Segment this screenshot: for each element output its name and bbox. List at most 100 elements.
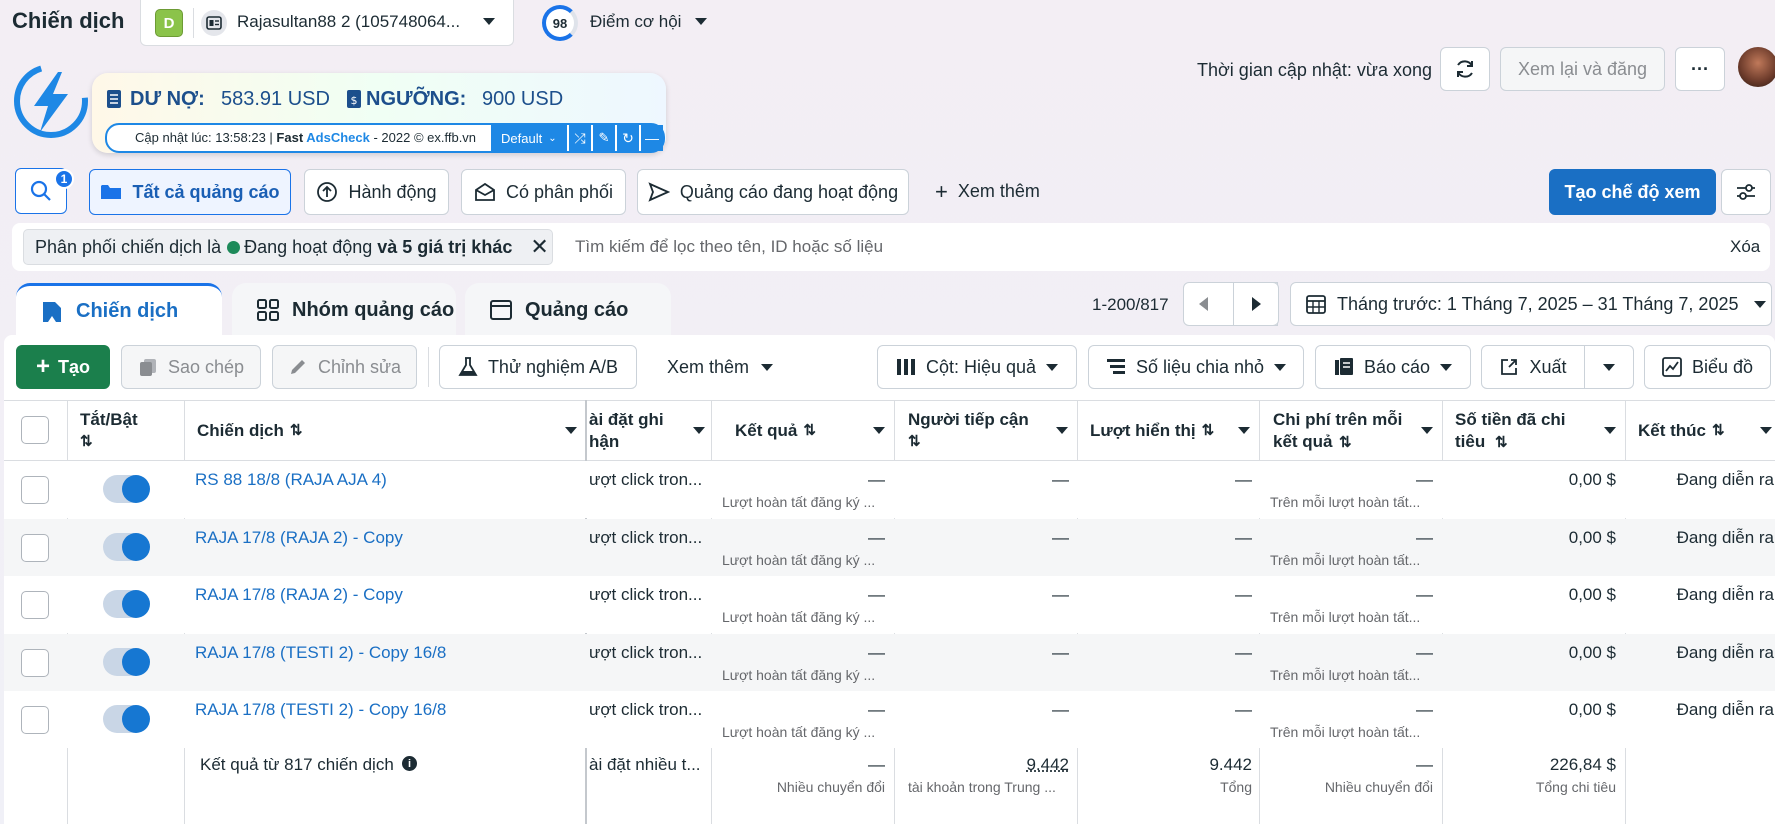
row-checkbox[interactable]	[21, 706, 49, 734]
edit-button[interactable]: Chỉnh sửa	[272, 345, 417, 389]
chevron-down-icon[interactable]	[1760, 427, 1772, 434]
sync-icon[interactable]: ↻	[617, 125, 639, 151]
folder-icon	[40, 300, 64, 324]
duplicate-button[interactable]: Sao chép	[121, 345, 261, 389]
campaign-toggle[interactable]	[103, 648, 149, 676]
reports-button[interactable]: Báo cáo	[1315, 345, 1471, 389]
chevron-down-icon[interactable]	[1421, 427, 1433, 434]
create-button[interactable]: + Tạo	[16, 345, 110, 389]
chevron-down-icon[interactable]	[873, 427, 885, 434]
next-page-button[interactable]	[1233, 282, 1279, 326]
sort-icon: ⇅	[803, 420, 816, 442]
all-ads-button[interactable]: Tất cả quảng cáo	[89, 169, 291, 215]
filter-chip[interactable]: Phân phối chiến dịch là Đang hoạt động v…	[23, 229, 553, 265]
tab-adsets[interactable]: Nhóm quảng cáo	[232, 283, 456, 337]
profile-select[interactable]: Default ⌄	[491, 125, 567, 151]
info-icon[interactable]: i	[402, 756, 417, 771]
chevron-down-icon[interactable]	[1604, 427, 1616, 434]
sort-icon: ⇅	[290, 420, 303, 442]
row-checkbox[interactable]	[21, 476, 49, 504]
end-cell: Đang diễn ra	[1642, 470, 1774, 490]
columns-button[interactable]: Cột: Hiệu quả	[877, 345, 1077, 389]
actions-button[interactable]: Hành động	[304, 169, 449, 215]
table-row[interactable]: RS 88 18/8 (RAJA AJA 4) ượt click tron..…	[4, 461, 1775, 518]
col-end[interactable]: Kết thúc ⇅	[1638, 400, 1772, 461]
col-impressions[interactable]: Lượt hiển thị ⇅	[1090, 400, 1250, 461]
chevron-down-icon[interactable]	[1238, 427, 1250, 434]
campaign-name-link[interactable]: RAJA 17/8 (TESTI 2) - Copy 16/8	[195, 643, 446, 663]
more-options-button[interactable]: ···	[1675, 47, 1725, 91]
has-delivery-button[interactable]: Có phân phối	[461, 169, 626, 215]
campaign-name-link[interactable]: RAJA 17/8 (TESTI 2) - Copy 16/8	[195, 700, 446, 720]
close-icon[interactable]: ✕	[530, 234, 548, 260]
chevron-down-icon	[1603, 364, 1615, 371]
all-ads-label: Tất cả quảng cáo	[132, 182, 279, 203]
table-row[interactable]: RAJA 17/8 (TESTI 2) - Copy 16/8 ượt clic…	[4, 634, 1775, 691]
col-attribution[interactable]: ài đặt ghi hận	[589, 400, 705, 461]
minimize-icon[interactable]: —	[641, 125, 663, 151]
impressions-cell: —	[1081, 700, 1252, 720]
chevron-down-icon[interactable]	[693, 427, 705, 434]
export-button[interactable]: Xuất	[1481, 345, 1585, 389]
export-dropdown[interactable]	[1584, 345, 1634, 389]
export-label: Xuất	[1529, 357, 1566, 378]
ab-test-button[interactable]: Thử nghiệm A/B	[439, 345, 637, 389]
col-cost-per-result[interactable]: Chi phí trên mỗi kết quả ⇅	[1273, 400, 1433, 461]
active-ads-button[interactable]: Quảng cáo đang hoạt động	[637, 169, 909, 215]
row-checkbox[interactable]	[21, 534, 49, 562]
chevron-down-icon[interactable]	[565, 427, 577, 434]
end-cell: Đang diễn ra	[1642, 528, 1774, 548]
select-all-checkbox[interactable]	[21, 416, 49, 444]
result-cell: —	[715, 528, 885, 548]
col-reach[interactable]: Người tiếp cận ⇅	[908, 400, 1068, 461]
create-view-button[interactable]: Tạo chế độ xem	[1549, 169, 1716, 215]
search-filter-input[interactable]: Tìm kiếm để lọc theo tên, ID hoặc số liệ…	[575, 237, 883, 257]
attribution-cell: ượt click tron...	[589, 700, 707, 720]
view-settings-button[interactable]	[1721, 169, 1771, 215]
see-more-actions[interactable]: Xem thêm	[667, 357, 773, 378]
chevron-down-icon[interactable]	[695, 18, 707, 25]
extension-logo-icon	[12, 62, 90, 140]
reach-cell: —	[898, 528, 1069, 548]
review-publish-button[interactable]: Xem lại và đăng	[1500, 47, 1665, 91]
shuffle-icon[interactable]: ⤮	[569, 125, 591, 151]
table-row[interactable]: RAJA 17/8 (RAJA 2) - Copy ượt click tron…	[4, 576, 1775, 633]
opportunity-score-label[interactable]: Điểm cơ hội	[590, 12, 681, 32]
footer-results: —	[715, 755, 885, 775]
account-selector[interactable]: D Rajasultan88 2 (105748064...	[140, 0, 514, 46]
campaign-name-link[interactable]: RAJA 17/8 (RAJA 2) - Copy	[195, 585, 403, 605]
table-row[interactable]: RAJA 17/8 (TESTI 2) - Copy 16/8 ượt clic…	[4, 691, 1775, 748]
breakdown-button[interactable]: Số liệu chia nhỏ	[1088, 345, 1304, 389]
chevron-down-icon[interactable]	[1056, 427, 1068, 434]
campaign-toggle[interactable]	[103, 590, 149, 618]
table-row[interactable]: RAJA 17/8 (RAJA 2) - Copy ượt click tron…	[4, 519, 1775, 576]
campaign-name-link[interactable]: RS 88 18/8 (RAJA AJA 4)	[195, 470, 387, 490]
refresh-button[interactable]	[1440, 47, 1490, 91]
campaign-toggle[interactable]	[103, 475, 149, 503]
opportunity-score-icon[interactable]: 98	[542, 5, 578, 41]
col-amount-spent[interactable]: Số tiền đã chi tiêu ⇅	[1455, 400, 1616, 461]
col-results[interactable]: Kết quả ⇅	[735, 400, 885, 461]
col-campaign[interactable]: Chiến dịch ⇅	[197, 400, 577, 461]
row-checkbox[interactable]	[21, 591, 49, 619]
reach-cell: —	[898, 585, 1069, 605]
chevron-down-icon	[483, 18, 495, 25]
tab-campaigns[interactable]: Chiến dịch	[16, 283, 222, 337]
sort-icon: ⇅	[908, 431, 921, 453]
tab-ads[interactable]: Quảng cáo	[465, 283, 671, 337]
chart-button[interactable]: Biểu đồ	[1644, 345, 1771, 389]
chevron-left-icon	[1199, 297, 1208, 311]
row-checkbox[interactable]	[21, 649, 49, 677]
campaign-toggle[interactable]	[103, 705, 149, 733]
campaign-name-link[interactable]: RAJA 17/8 (RAJA 2) - Copy	[195, 528, 403, 548]
col-cost-label: Chi phí trên mỗi kết quả	[1273, 409, 1402, 453]
clear-filter-button[interactable]: Xóa	[1730, 237, 1760, 257]
see-more-filters[interactable]: + Xem thêm	[935, 181, 1040, 202]
impressions-cell: —	[1081, 585, 1252, 605]
campaign-toggle[interactable]	[103, 533, 149, 561]
col-toggle[interactable]: Tắt/Bật ⇅	[80, 400, 180, 461]
date-range-picker[interactable]: Tháng trước: 1 Tháng 7, 2025 – 31 Tháng …	[1290, 282, 1772, 326]
spent-cell: 0,00 $	[1446, 470, 1616, 490]
avatar[interactable]	[1738, 47, 1775, 87]
edit-icon[interactable]: ✎	[593, 125, 615, 151]
